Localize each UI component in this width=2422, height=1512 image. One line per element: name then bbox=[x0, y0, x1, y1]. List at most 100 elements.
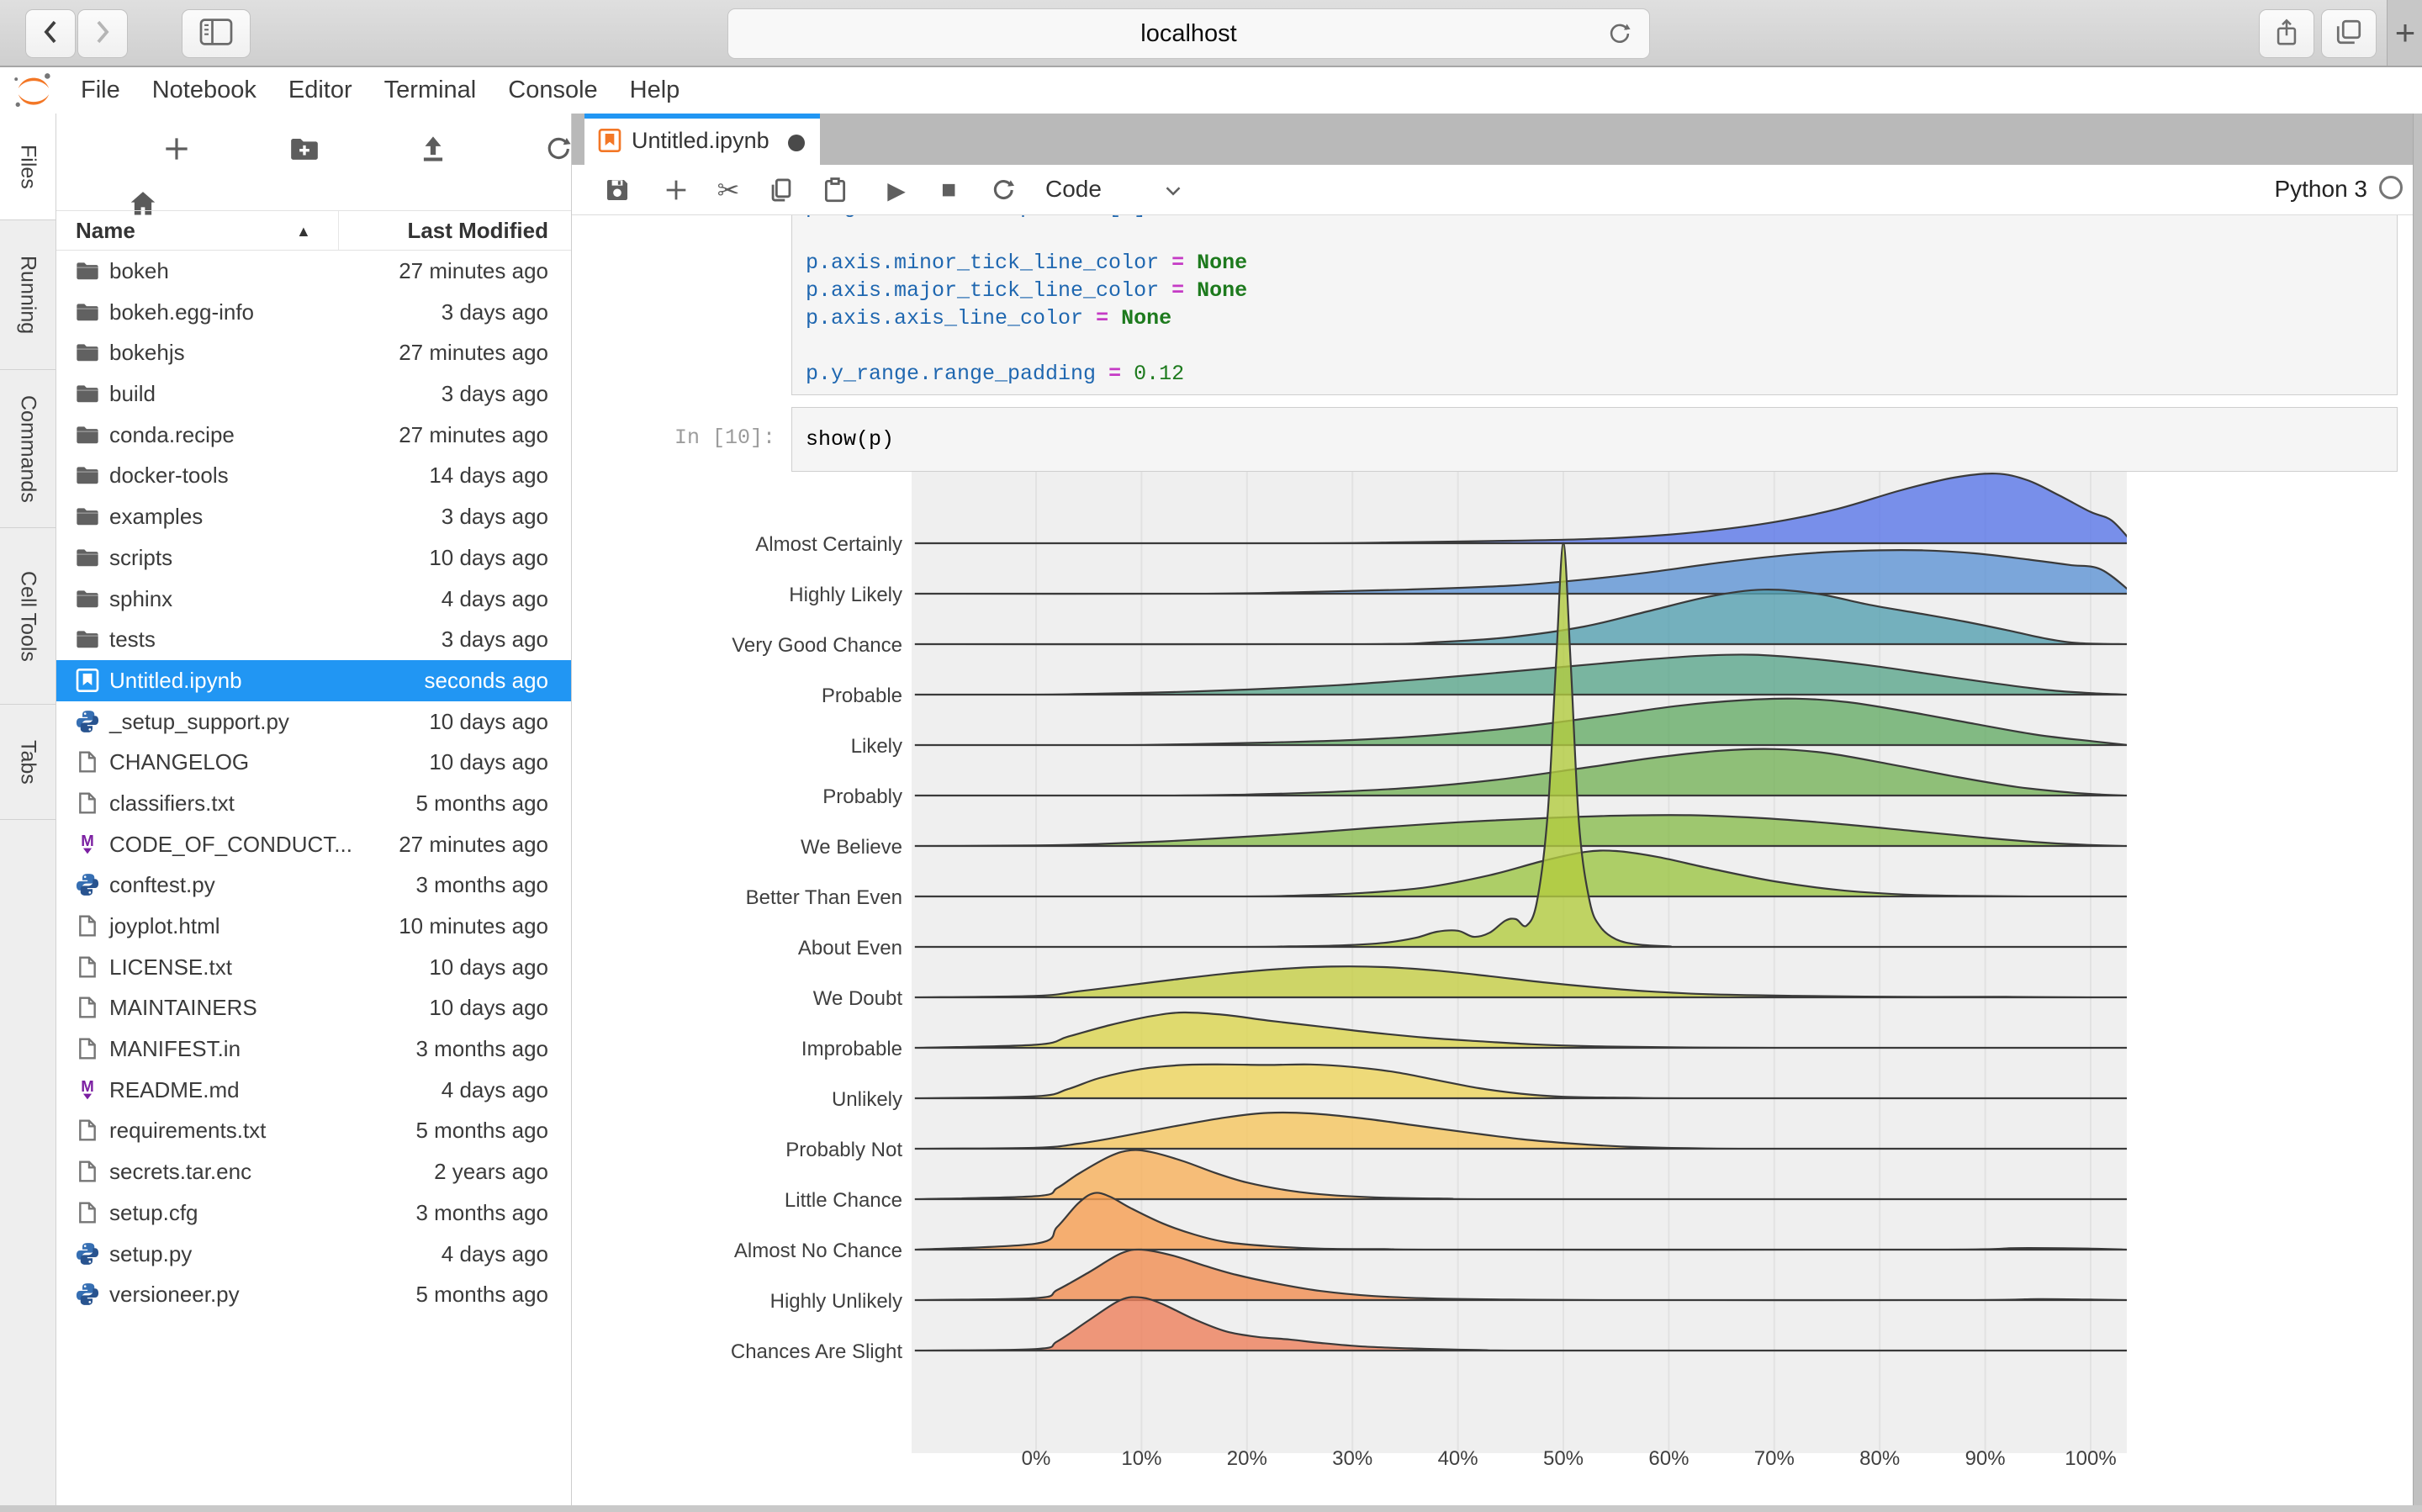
right-collapsed-sidebar[interactable] bbox=[2413, 114, 2422, 1512]
document-tab-bar: Untitled.ipynb bbox=[572, 114, 2422, 165]
window-bottom-edge bbox=[0, 1505, 2422, 1512]
x-axis-label: 50% bbox=[1543, 1447, 1584, 1470]
menu-terminal[interactable]: Terminal bbox=[384, 77, 477, 104]
file-name: bokeh.egg-info bbox=[109, 299, 254, 325]
folder-icon bbox=[74, 626, 101, 653]
new-folder-icon[interactable] bbox=[288, 132, 321, 166]
notebook-content: p.xgrid.ticker = p.xaxis[0].ticker p.axi… bbox=[572, 215, 2413, 1512]
file-name: _setup_support.py bbox=[109, 709, 289, 735]
new-tab-button[interactable]: + bbox=[2387, 0, 2422, 66]
file-modified: 10 days ago bbox=[429, 995, 548, 1021]
notebook-tab[interactable]: Untitled.ipynb bbox=[584, 114, 820, 165]
x-axis-label: 20% bbox=[1227, 1447, 1267, 1470]
file-row[interactable]: bokeh27 minutes ago bbox=[56, 251, 571, 292]
cell-type-dropdown[interactable]: Code bbox=[1045, 176, 1102, 203]
column-header-modified[interactable]: Last Modified bbox=[407, 218, 548, 244]
file-name: scripts bbox=[109, 545, 172, 571]
file-name: versioneer.py bbox=[109, 1282, 240, 1308]
file-row[interactable]: scripts10 days ago bbox=[56, 537, 571, 579]
add-cell-icon[interactable] bbox=[659, 173, 693, 207]
sidebar-toggle-icon bbox=[198, 17, 235, 51]
file-row[interactable]: tests3 days ago bbox=[56, 619, 571, 660]
kernel-status-icon[interactable] bbox=[2379, 176, 2403, 199]
file-row[interactable]: joyplot.html10 minutes ago bbox=[56, 906, 571, 947]
menu-notebook[interactable]: Notebook bbox=[152, 77, 256, 104]
markdown-icon: M bbox=[74, 1076, 101, 1103]
tabs-overview-icon bbox=[2334, 17, 2364, 51]
sidebar-tab-files[interactable]: Files bbox=[0, 114, 56, 220]
sidebar-toggle-button[interactable] bbox=[182, 9, 251, 58]
run-icon[interactable]: ▶ bbox=[880, 173, 913, 207]
share-button[interactable] bbox=[2259, 9, 2314, 58]
file-list-header: Name ▲ Last Modified bbox=[56, 210, 571, 251]
file-modified: 27 minutes ago bbox=[399, 258, 548, 284]
code-line: p.axis.major_tick_line_color = None bbox=[806, 277, 1247, 304]
address-bar[interactable]: localhost bbox=[727, 8, 1650, 59]
chevron-down-icon[interactable] bbox=[1161, 178, 1186, 208]
code-cell-1[interactable]: p.xgrid.ticker = p.xaxis[0].ticker p.axi… bbox=[791, 215, 2398, 395]
menu-help[interactable]: Help bbox=[630, 77, 680, 104]
file-row[interactable]: MCODE_OF_CONDUCT...27 minutes ago bbox=[56, 824, 571, 865]
file-row[interactable]: classifiers.txt5 months ago bbox=[56, 783, 571, 824]
file-modified: 27 minutes ago bbox=[399, 422, 548, 448]
file-name: build bbox=[109, 381, 156, 407]
file-row[interactable]: docker-tools14 days ago bbox=[56, 455, 571, 496]
sidebar-tab-cell-tools[interactable]: Cell Tools bbox=[0, 528, 56, 705]
file-row[interactable]: bokeh.egg-info3 days ago bbox=[56, 292, 571, 333]
file-row[interactable]: MREADME.md4 days ago bbox=[56, 1070, 571, 1111]
file-row[interactable]: CHANGELOG10 days ago bbox=[56, 742, 571, 783]
paste-icon[interactable] bbox=[818, 173, 852, 207]
file-row[interactable]: setup.cfg3 months ago bbox=[56, 1192, 571, 1234]
folder-icon bbox=[74, 421, 101, 448]
cut-icon[interactable]: ✂ bbox=[711, 173, 745, 207]
code-line: p.y_range.range_padding = 0.12 bbox=[806, 360, 1247, 388]
file-icon bbox=[74, 748, 101, 775]
markdown-icon: M bbox=[74, 831, 101, 858]
file-row[interactable]: sphinx4 days ago bbox=[56, 579, 571, 620]
menu-console[interactable]: Console bbox=[508, 77, 597, 104]
file-row[interactable]: _setup_support.py10 days ago bbox=[56, 701, 571, 743]
file-row[interactable]: conda.recipe27 minutes ago bbox=[56, 415, 571, 456]
file-row[interactable]: bokehjs27 minutes ago bbox=[56, 332, 571, 373]
file-row[interactable]: secrets.tar.enc2 years ago bbox=[56, 1151, 571, 1192]
file-browser: Name ▲ Last Modified bokeh27 minutes ago… bbox=[56, 114, 571, 1512]
file-row[interactable]: setup.py4 days ago bbox=[56, 1234, 571, 1275]
file-row[interactable]: versioneer.py5 months ago bbox=[56, 1274, 571, 1315]
sort-ascending-icon[interactable]: ▲ bbox=[296, 223, 311, 241]
tabs-overview-button[interactable] bbox=[2321, 9, 2377, 58]
file-modified: 10 days ago bbox=[429, 749, 548, 775]
file-row[interactable]: conftest.py3 months ago bbox=[56, 864, 571, 906]
save-icon[interactable] bbox=[600, 173, 634, 207]
ridgeline-plot: Almost CertainlyHighly LikelyVery Good C… bbox=[716, 468, 2162, 1506]
upload-icon[interactable] bbox=[416, 132, 450, 166]
file-name: joyplot.html bbox=[109, 913, 220, 939]
sidebar-tab-running[interactable]: Running bbox=[0, 220, 56, 370]
file-row[interactable]: Untitled.ipynbseconds ago bbox=[56, 660, 571, 701]
menu-file[interactable]: File bbox=[81, 77, 120, 104]
unsaved-changes-dot[interactable] bbox=[788, 135, 805, 151]
notebook-file-icon bbox=[596, 127, 623, 154]
new-launcher-icon[interactable] bbox=[160, 132, 193, 166]
file-row[interactable]: MAINTAINERS 10 days ago bbox=[56, 987, 571, 1028]
back-button[interactable] bbox=[25, 9, 76, 58]
folder-icon bbox=[74, 339, 101, 366]
sidebar-tab-commands[interactable]: Commands bbox=[0, 370, 56, 528]
reload-icon[interactable] bbox=[1605, 19, 1634, 52]
file-row[interactable]: build3 days ago bbox=[56, 373, 571, 415]
file-row[interactable]: MANIFEST.in3 months ago bbox=[56, 1028, 571, 1070]
code-cell-2[interactable]: show(p) bbox=[791, 407, 2398, 472]
forward-button[interactable] bbox=[77, 9, 128, 58]
file-row[interactable]: LICENSE.txt10 days ago bbox=[56, 947, 571, 988]
restart-icon[interactable] bbox=[986, 173, 1020, 207]
refresh-icon[interactable] bbox=[542, 132, 575, 166]
stop-icon[interactable]: ■ bbox=[932, 173, 965, 207]
sidebar-tab-tabs[interactable]: Tabs bbox=[0, 705, 56, 820]
column-header-name[interactable]: Name bbox=[76, 218, 135, 244]
kernel-name[interactable]: Python 3 bbox=[2274, 176, 2367, 203]
file-name: MAINTAINERS bbox=[109, 995, 257, 1021]
copy-icon[interactable] bbox=[764, 173, 798, 207]
file-row[interactable]: examples3 days ago bbox=[56, 496, 571, 537]
menu-editor[interactable]: Editor bbox=[288, 77, 352, 104]
file-row[interactable]: requirements.txt5 months ago bbox=[56, 1110, 571, 1151]
jupyter-menu-bar: File Notebook Editor Terminal Console Help bbox=[0, 67, 2422, 114]
